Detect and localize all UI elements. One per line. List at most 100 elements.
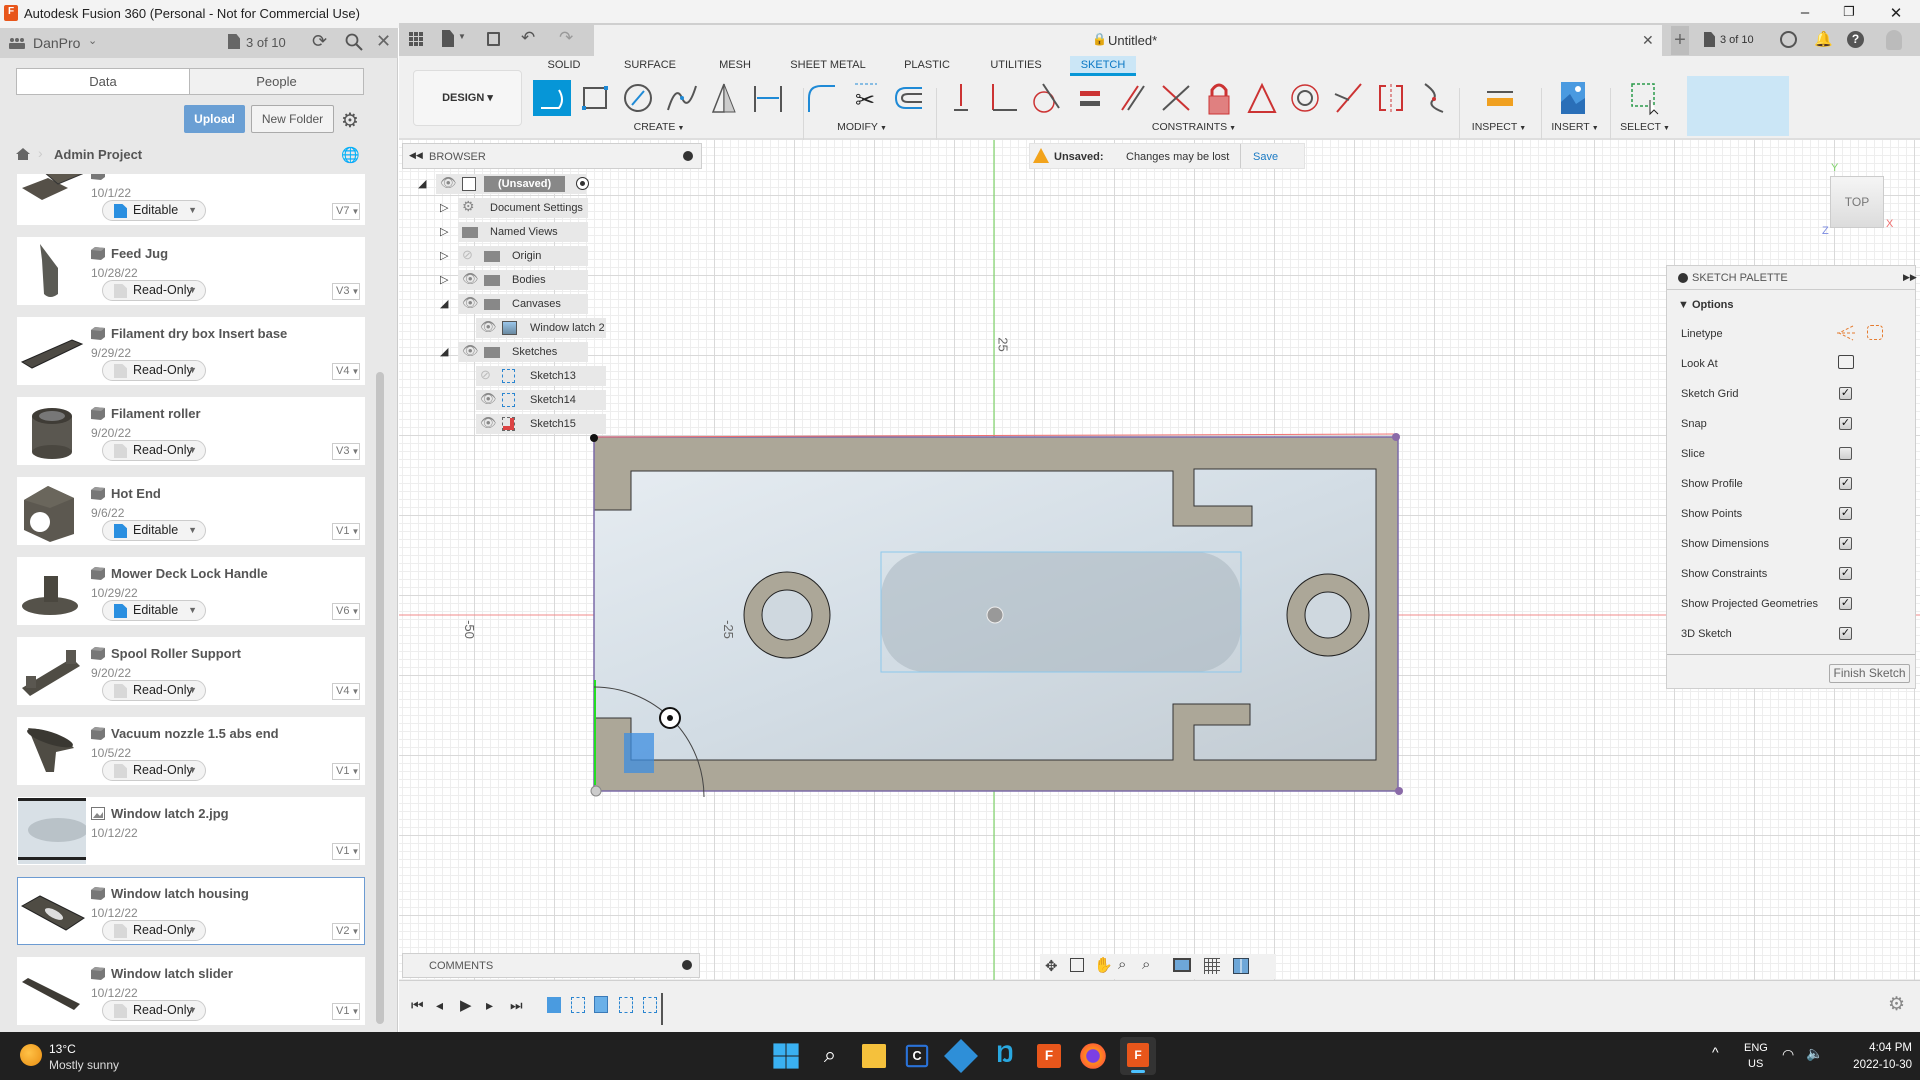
view-cube[interactable]: TOP — [1830, 176, 1884, 228]
option-checkbox-show-points[interactable]: ✓ — [1839, 507, 1852, 520]
eye-icon[interactable]: 👁 — [440, 175, 457, 191]
measure-tool-button[interactable] — [1481, 80, 1519, 116]
group-menu-constraints[interactable]: CONSTRAINTS ▼ — [1152, 121, 1236, 133]
permission-dropdown[interactable]: Read-Only ▼ — [102, 280, 206, 301]
orbit-icon[interactable]: ✥ — [1045, 957, 1058, 975]
redo-icon[interactable]: ↷ — [559, 28, 573, 48]
tab-people[interactable]: People — [189, 68, 364, 95]
eye-icon[interactable]: 👁 — [480, 319, 497, 335]
group-menu-create[interactable]: CREATE ▼ — [634, 121, 685, 133]
project-visibility-icon[interactable]: 🌐 — [341, 146, 360, 164]
firefox-icon[interactable] — [1080, 1043, 1106, 1069]
file-dropdown-icon[interactable]: ▼ — [458, 32, 466, 41]
tab-solid[interactable]: SOLID — [547, 59, 580, 71]
group-menu-insert[interactable]: INSERT ▼ — [1551, 121, 1598, 133]
file-menu-icon[interactable] — [442, 30, 454, 47]
file-name[interactable]: Feed Jug — [111, 246, 168, 261]
history-clock-icon[interactable] — [1780, 31, 1797, 48]
browser-item[interactable]: 👁 Sketch14 — [458, 389, 618, 411]
file-card[interactable]: 10/1/22 Editable ▼ V7 ▼ — [17, 174, 365, 225]
zoom-icon[interactable]: ⌕ — [1118, 956, 1126, 973]
version-dropdown[interactable]: V4 ▼ — [332, 683, 360, 700]
permission-dropdown[interactable]: Read-Only ▼ — [102, 680, 206, 701]
browser-item[interactable]: ◢ 👁 (Unsaved) — [418, 173, 598, 195]
jobs-status-appbar[interactable]: 3 of 10 — [1720, 34, 1754, 46]
volume-icon[interactable]: 🔈 — [1806, 1045, 1823, 1062]
look-at-icon[interactable] — [1070, 958, 1084, 972]
home-icon[interactable] — [16, 148, 30, 160]
equal-tool-button[interactable] — [1071, 80, 1109, 116]
version-dropdown[interactable]: V3 ▼ — [332, 443, 360, 460]
option-checkbox-3d-sketch[interactable]: ✓ — [1839, 627, 1852, 640]
browser-item[interactable]: ▷ ⊘ Origin — [440, 245, 600, 267]
option-checkbox-show-profile[interactable]: ✓ — [1839, 477, 1852, 490]
file-card[interactable]: Window latch housing 10/12/22 Read-Only ▼ V2… — [17, 877, 365, 945]
tray-overflow-icon[interactable]: ^ — [1712, 1044, 1719, 1060]
add-comment-icon[interactable] — [682, 960, 692, 970]
permission-dropdown[interactable]: Read-Only ▼ — [102, 760, 206, 781]
sketch-palette-header[interactable]: SKETCH PALETTE ▶▶ — [1667, 266, 1917, 290]
weather-description[interactable]: Mostly sunny — [49, 1058, 119, 1072]
symmetry-tool-button[interactable] — [1372, 80, 1410, 116]
help-icon[interactable]: ? — [1847, 31, 1864, 48]
close-window-button[interactable]: ✕ — [1881, 4, 1911, 22]
close-tab-icon[interactable]: ✕ — [1642, 32, 1654, 49]
fusion-360-active-taskbar-item[interactable]: F — [1120, 1037, 1156, 1075]
timeline-next-button[interactable]: ▸ — [486, 997, 493, 1014]
timeline-sketch-feature-icon[interactable] — [571, 997, 585, 1013]
permission-dropdown[interactable]: Editable ▼ — [102, 600, 206, 621]
finish-sketch-button[interactable]: Finish Sketch — [1829, 664, 1910, 683]
clock-date[interactable]: 2022-10-30 — [1830, 1059, 1912, 1071]
parallel-tool-button[interactable] — [1114, 80, 1152, 116]
expanded-arrow-icon[interactable]: ◢ — [440, 345, 448, 358]
taskbar-search-icon[interactable]: ⌕ — [814, 1040, 846, 1072]
construction-linetype-icon[interactable] — [1837, 325, 1855, 341]
tab-sketch[interactable]: SKETCH — [1081, 59, 1126, 71]
start-button[interactable] — [773, 1043, 799, 1069]
fillet-tool-button[interactable] — [803, 80, 841, 116]
permission-dropdown[interactable]: Read-Only ▼ — [102, 440, 206, 461]
mirror-tool-button[interactable] — [705, 80, 743, 116]
file-card[interactable]: Spool Roller Support 9/20/22 Read-Only ▼ V4 ▼ — [17, 637, 365, 705]
permission-dropdown[interactable]: Editable ▼ — [102, 200, 206, 221]
pan-hand-icon[interactable]: ✋ — [1094, 956, 1113, 974]
eye-hidden-icon[interactable]: ⊘ — [480, 367, 491, 383]
activate-component-radio[interactable] — [576, 177, 589, 190]
search-icon[interactable] — [345, 33, 363, 51]
app-n-icon[interactable]: Ŋ — [989, 1040, 1021, 1072]
version-dropdown[interactable]: V1 ▼ — [332, 1003, 360, 1020]
version-dropdown[interactable]: V3 ▼ — [332, 283, 360, 300]
circle-tool-button[interactable] — [619, 80, 657, 116]
browser-panel-header[interactable]: ◀◀ BROWSER — [402, 143, 702, 169]
save-icon[interactable] — [487, 32, 500, 46]
eye-hidden-icon[interactable]: ⊘ — [462, 247, 473, 263]
file-card[interactable]: Feed Jug 10/28/22 Read-Only ▼ V3 ▼ — [17, 237, 365, 305]
file-name[interactable]: Hot End — [111, 486, 161, 501]
new-tab-button[interactable]: + — [1671, 26, 1689, 55]
option-checkbox-slice[interactable] — [1839, 447, 1852, 460]
browser-item[interactable]: ◢ 👁 Sketches — [440, 341, 600, 363]
permission-dropdown[interactable]: Read-Only ▼ — [102, 360, 206, 381]
file-card[interactable]: Window latch 2.jpg 10/12/22 V1 ▼ — [17, 797, 365, 865]
coincident-tool-button[interactable] — [942, 80, 980, 116]
app-c-icon[interactable]: C — [905, 1044, 929, 1068]
file-name[interactable]: Window latch housing — [111, 886, 249, 901]
file-name[interactable]: Window latch 2.jpg — [111, 806, 229, 821]
option-checkbox-snap[interactable]: ✓ — [1839, 417, 1852, 430]
collapsed-arrow-icon[interactable]: ▷ — [440, 249, 448, 262]
file-explorer-icon[interactable] — [862, 1044, 886, 1068]
palette-pin-icon[interactable] — [1678, 273, 1688, 283]
grid-settings-icon[interactable] — [1204, 958, 1220, 974]
comments-panel-header[interactable]: COMMENTS — [402, 953, 700, 978]
eye-icon[interactable]: 👁 — [462, 271, 479, 287]
file-card[interactable]: Filament dry box Insert base 9/29/22 Read-… — [17, 317, 365, 385]
undo-icon[interactable]: ↶ — [521, 28, 535, 48]
file-name[interactable]: Vacuum nozzle 1.5 abs end — [111, 726, 279, 741]
browser-item[interactable]: ◢ 👁 Canvases — [440, 293, 600, 315]
timeline-canvas-feature-icon[interactable] — [547, 997, 561, 1013]
clock-time[interactable]: 4:04 PM — [1840, 1042, 1912, 1054]
notifications-bell-icon[interactable]: 🔔 — [1814, 30, 1833, 48]
curvature-tool-button[interactable] — [1415, 80, 1453, 116]
scrollbar[interactable] — [376, 372, 384, 1024]
input-region[interactable]: US — [1748, 1058, 1763, 1070]
